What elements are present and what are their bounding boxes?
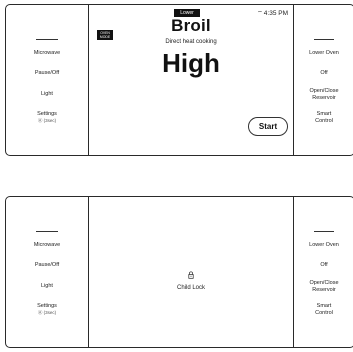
display-screen: OVEN MODE Lower ⌔4:35 PM Broil Direct he…: [88, 5, 294, 155]
pause-off-button[interactable]: Pause/Off: [6, 70, 88, 77]
divider-line: [314, 39, 334, 40]
mode-subtitle: Direct heat cooking: [165, 39, 217, 45]
start-button[interactable]: Start: [248, 117, 288, 136]
settings-label: Settings: [37, 303, 57, 309]
microwave-button[interactable]: Microwave: [6, 50, 88, 57]
child-lock-indicator: Child Lock: [88, 266, 294, 291]
smart-control-button[interactable]: Smart Control: [294, 111, 353, 124]
left-control-column: Microwave Pause/Off Light Settings Ⓐ (3s…: [6, 197, 89, 347]
divider-line: [36, 231, 58, 232]
broil-level[interactable]: High: [88, 48, 294, 79]
divider-line: [314, 231, 334, 232]
settings-hold-hint: Ⓐ (3sec): [37, 117, 57, 123]
settings-button[interactable]: Settings Ⓐ (3sec): [6, 111, 88, 124]
off-button[interactable]: Off: [294, 70, 353, 77]
settings-hold-hint: Ⓐ (3sec): [37, 309, 57, 315]
control-panel-active: Microwave Pause/Off Light Settings Ⓐ (3s…: [5, 4, 353, 156]
open-close-reservoir-button[interactable]: Open/Close Reservoir: [294, 280, 353, 293]
display-screen: Child Lock: [88, 197, 294, 347]
settings-button[interactable]: Settings Ⓐ (3sec): [6, 303, 88, 316]
settings-label: Settings: [37, 111, 57, 117]
smart-control-button[interactable]: Smart Control: [294, 303, 353, 316]
lower-oven-button[interactable]: Lower Oven: [294, 242, 353, 249]
left-control-column: Microwave Pause/Off Light Settings Ⓐ (3s…: [6, 5, 89, 155]
microwave-button[interactable]: Microwave: [6, 242, 88, 249]
pause-off-button[interactable]: Pause/Off: [6, 262, 88, 269]
right-control-column: Lower Oven Off Open/Close Reservoir Smart…: [293, 5, 353, 155]
right-control-column: Lower Oven Off Open/Close Reservoir Smart…: [293, 197, 353, 347]
open-close-reservoir-button[interactable]: Open/Close Reservoir: [294, 88, 353, 101]
control-panel-locked: Microwave Pause/Off Light Settings Ⓐ (3s…: [5, 196, 353, 348]
light-button[interactable]: Light: [6, 91, 88, 98]
off-button[interactable]: Off: [294, 262, 353, 269]
mode-title: Broil: [171, 16, 211, 35]
child-lock-label: Child Lock: [176, 285, 205, 291]
lock-icon: [188, 266, 194, 284]
divider-line: [36, 39, 58, 40]
light-button[interactable]: Light: [6, 283, 88, 290]
lower-oven-button[interactable]: Lower Oven: [294, 50, 353, 57]
